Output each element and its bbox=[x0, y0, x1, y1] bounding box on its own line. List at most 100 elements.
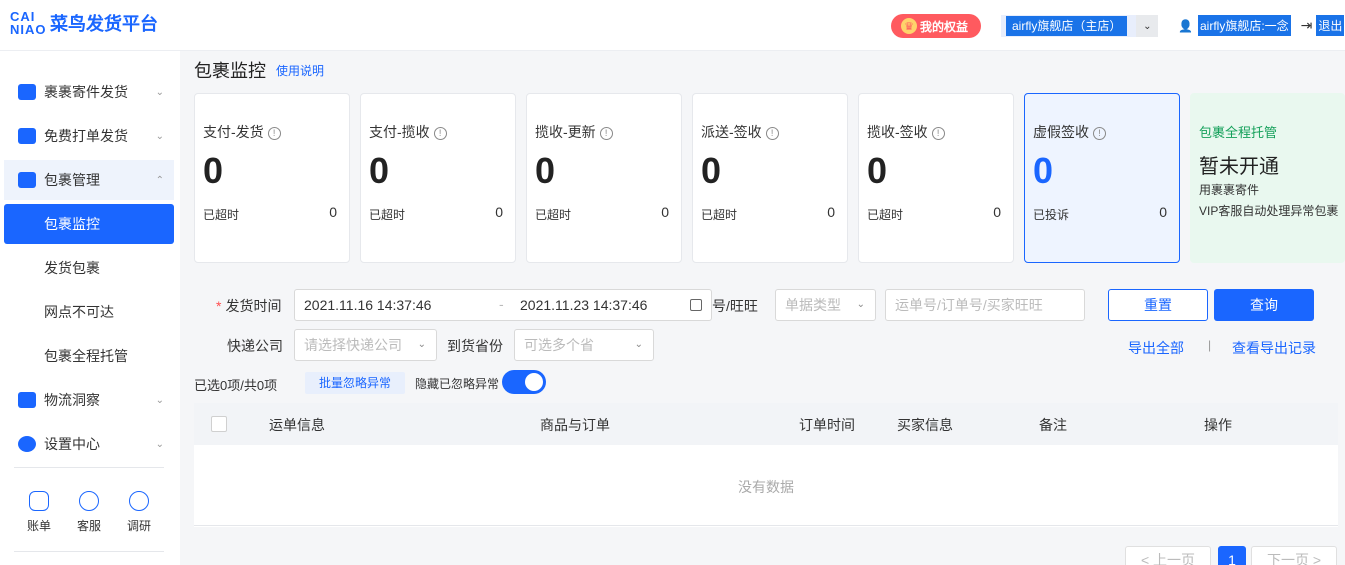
gear-icon bbox=[18, 436, 36, 452]
tool-service[interactable]: 客服 bbox=[69, 491, 109, 534]
sidebar-item-send-parcel[interactable]: 裹裹寄件发货 ⌄ bbox=[4, 72, 174, 112]
info-icon[interactable]: ! bbox=[1093, 127, 1106, 140]
divider bbox=[14, 467, 164, 468]
promo-card-full-hosting[interactable]: 包裹全程托管 暂未开通 用裹裹寄件 VIP客服自动处理异常包裹 bbox=[1190, 93, 1345, 263]
column-header: 买家信息 bbox=[897, 417, 953, 433]
info-icon[interactable]: ! bbox=[599, 127, 613, 140]
shop-name: airfly旗舰店（主店） bbox=[1006, 16, 1128, 36]
date-start: 2021.11.16 14:37:46 bbox=[304, 297, 432, 313]
column-header: 操作 bbox=[1204, 417, 1232, 433]
sidebar-subitem-shipped-parcels[interactable]: 发货包裹 bbox=[4, 248, 174, 288]
sidebar-item-settings[interactable]: 设置中心 ⌄ bbox=[4, 424, 174, 464]
chevron-down-icon: ⌄ bbox=[155, 130, 164, 142]
prev-page-button[interactable]: < 上一页 bbox=[1125, 546, 1211, 565]
chevron-down-icon[interactable]: ⌄ bbox=[1136, 15, 1159, 37]
card-title: 揽收-签收! bbox=[867, 122, 945, 142]
stat-card-pickup-sign[interactable]: 揽收-签收! 0 已超时 0 bbox=[858, 93, 1014, 263]
tool-label: 客服 bbox=[76, 519, 101, 533]
doc-label: 号/旺旺 bbox=[712, 298, 758, 314]
page-title: 包裹监控 bbox=[194, 61, 266, 81]
chevron-up-icon: ⌃ bbox=[155, 174, 164, 186]
select-all-checkbox[interactable] bbox=[211, 416, 227, 432]
promo-status: 暂未开通 bbox=[1199, 156, 1279, 178]
current-page[interactable]: 1 bbox=[1218, 546, 1246, 565]
next-page-button[interactable]: 下一页 > bbox=[1251, 546, 1337, 565]
province-label: 到货省份 bbox=[447, 338, 503, 354]
info-icon[interactable]: ! bbox=[267, 127, 281, 140]
query-button[interactable]: 查询 bbox=[1214, 289, 1314, 321]
info-icon[interactable]: ! bbox=[433, 127, 447, 140]
province-select[interactable]: 可选多个省 ⌄ bbox=[514, 329, 654, 361]
sidebar-item-logistics-insight[interactable]: 物流洞察 ⌄ bbox=[4, 380, 174, 420]
card-sub-value: 0 bbox=[827, 204, 835, 220]
column-header: 商品与订单 bbox=[540, 417, 610, 433]
logo[interactable]: CAI NIAO 菜鸟发货平台 bbox=[10, 10, 158, 36]
logout-link[interactable]: 退出 bbox=[1316, 15, 1345, 36]
info-icon[interactable]: ! bbox=[765, 127, 779, 140]
my-rights-button[interactable]: ♛ 我的权益 bbox=[891, 14, 981, 38]
date-range-picker[interactable]: 2021.11.16 14:37:46 - 2021.11.23 14:37:4… bbox=[294, 289, 712, 321]
sidebar-item-label: 裹裹寄件发货 bbox=[44, 84, 128, 100]
tool-label: 账单 bbox=[26, 519, 51, 533]
card-sub-label: 已超时 bbox=[701, 208, 738, 222]
tool-bill[interactable]: 账单 bbox=[19, 491, 59, 534]
hide-ignored-label: 隐藏已忽略异常 bbox=[415, 377, 500, 391]
stat-card-pickup-update[interactable]: 揽收-更新! 0 已超时 0 bbox=[526, 93, 682, 263]
card-value: 0 bbox=[203, 150, 224, 191]
column-header: 订单时间 bbox=[799, 417, 855, 433]
date-end: 2021.11.23 14:37:46 bbox=[520, 297, 648, 313]
link-separator: | bbox=[1208, 338, 1212, 352]
parcel-table: 运单信息 商品与订单 订单时间 买家信息 备注 操作 没有数据 bbox=[194, 403, 1338, 527]
ship-time-label: * 发货时间 bbox=[216, 298, 282, 314]
calendar-icon bbox=[690, 299, 702, 311]
courier-select[interactable]: 请选择快递公司 ⌄ bbox=[294, 329, 437, 361]
bill-icon bbox=[29, 491, 49, 511]
tool-survey[interactable]: 调研 bbox=[119, 491, 159, 534]
service-icon bbox=[79, 491, 99, 511]
table-bottom-border bbox=[194, 525, 1338, 526]
card-value: 0 bbox=[701, 150, 722, 191]
batch-ignore-button[interactable]: 批量忽略异常 bbox=[305, 372, 405, 394]
crown-icon: ♛ bbox=[901, 18, 917, 34]
promo-desc: 用裹裹寄件 bbox=[1199, 183, 1260, 197]
card-sub-label: 已投诉 bbox=[1033, 208, 1070, 222]
stat-card-fake-sign[interactable]: 虚假签收! 0 已投诉 0 bbox=[1024, 93, 1180, 263]
card-value: 0 bbox=[1033, 150, 1054, 191]
reset-button[interactable]: 重置 bbox=[1108, 289, 1208, 321]
doc-type-select[interactable]: 单据类型 ⌄ bbox=[775, 289, 876, 321]
sidebar-item-label: 包裹管理 bbox=[44, 172, 100, 188]
card-value: 0 bbox=[369, 150, 390, 191]
hide-ignored-toggle[interactable] bbox=[502, 370, 546, 394]
stat-card-deliver-sign[interactable]: 派送-签收! 0 已超时 0 bbox=[692, 93, 848, 263]
courier-label: 快递公司 bbox=[227, 338, 283, 354]
sidebar-subitem-unreachable[interactable]: 网点不可达 bbox=[4, 292, 174, 332]
column-header: 备注 bbox=[1039, 417, 1067, 433]
sidebar-subitem-parcel-monitor[interactable]: 包裹监控 bbox=[4, 204, 174, 244]
help-link[interactable]: 使用说明 bbox=[276, 62, 324, 79]
user-name[interactable]: airfly旗舰店:一念 bbox=[1198, 15, 1291, 36]
sidebar-subitem-full-hosting[interactable]: 包裹全程托管 bbox=[4, 336, 174, 376]
stat-card-pay-ship[interactable]: 支付-发货! 0 已超时 0 bbox=[194, 93, 350, 263]
stat-card-pay-pickup[interactable]: 支付-揽收! 0 已超时 0 bbox=[360, 93, 516, 263]
card-sub-label: 已超时 bbox=[867, 208, 904, 222]
divider bbox=[14, 551, 164, 552]
logo-mark: CAI NIAO bbox=[10, 9, 47, 37]
chevron-down-icon: ⌄ bbox=[155, 86, 164, 98]
chevron-down-icon: ⌄ bbox=[155, 394, 164, 406]
card-title: 支付-发货! bbox=[203, 122, 281, 142]
export-all-link[interactable]: 导出全部 bbox=[1128, 338, 1184, 358]
logo-text: 菜鸟发货平台 bbox=[50, 14, 158, 34]
sidebar-item-free-print[interactable]: 免费打单发货 ⌄ bbox=[4, 116, 174, 156]
promo-desc: VIP客服自动处理异常包裹 bbox=[1199, 204, 1339, 218]
top-header: CAI NIAO 菜鸟发货平台 ♛ 我的权益 airfly旗舰店（主店） ⌄ 👤… bbox=[0, 0, 1345, 51]
user-area: 👤 airfly旗舰店:一念 ⇥ 退出 bbox=[1178, 15, 1345, 36]
tool-label: 调研 bbox=[126, 519, 151, 533]
sidebar-item-label: 物流洞察 bbox=[44, 392, 100, 408]
shop-selector[interactable]: airfly旗舰店（主店） ⌄ bbox=[1001, 15, 1159, 37]
info-icon[interactable]: ! bbox=[931, 127, 945, 140]
sidebar-item-parcel-management[interactable]: 包裹管理 ⌃ bbox=[4, 160, 174, 200]
doc-search-input[interactable]: 运单号/订单号/买家旺旺 bbox=[885, 289, 1085, 321]
logout-icon[interactable]: ⇥ bbox=[1301, 17, 1313, 34]
export-records-link[interactable]: 查看导出记录 bbox=[1232, 338, 1316, 358]
card-sub-label: 已超时 bbox=[203, 208, 240, 222]
